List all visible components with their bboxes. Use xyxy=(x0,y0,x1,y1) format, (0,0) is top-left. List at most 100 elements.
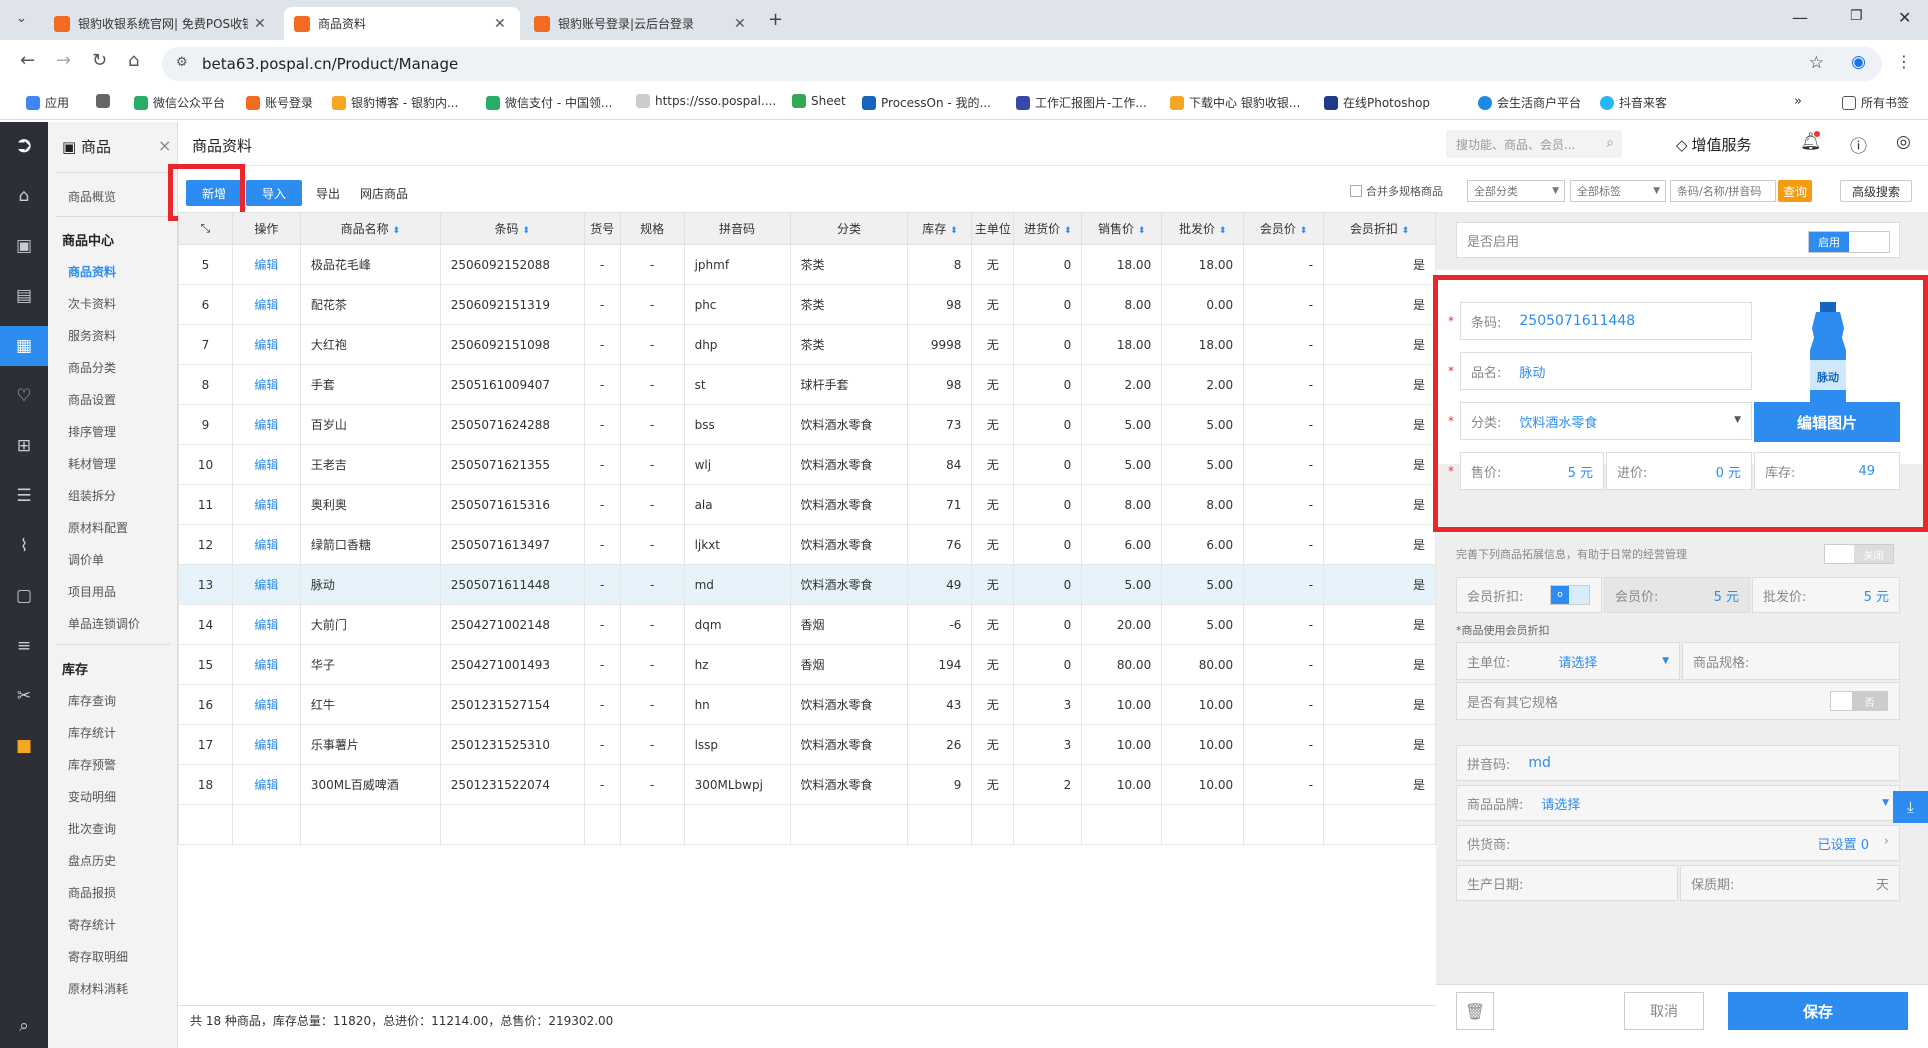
member-price-field[interactable]: 会员价: 5 元 xyxy=(1604,577,1750,613)
edit-link[interactable]: 编辑 xyxy=(231,324,301,365)
close-tab-icon[interactable]: ✕ xyxy=(494,16,506,32)
bookmark-apps[interactable]: 应用 xyxy=(26,94,69,111)
sidebar-item-settings[interactable]: 商品设置 xyxy=(68,391,116,408)
column-header-sortable[interactable]: 批发价 ⬍ xyxy=(1161,212,1245,245)
home-nav-icon[interactable]: ⌂ xyxy=(0,176,48,216)
bookmark-wxpay[interactable]: 微信支付 - 中国领... xyxy=(486,94,612,111)
reload-icon[interactable]: ↻ xyxy=(92,50,107,71)
sidebar-item-consumables[interactable]: 耗材管理 xyxy=(68,455,116,472)
sort-icon[interactable]: ⬍ xyxy=(1300,226,1308,236)
browser-tab-2[interactable]: 商品资料 ✕ xyxy=(284,7,520,40)
browser-tab-1[interactable]: 银豹收银系统官网| 免费POS收银 ✕ xyxy=(44,7,280,40)
other-spec-toggle[interactable]: 否 xyxy=(1830,691,1888,711)
bookmark-login[interactable]: 账号登录 xyxy=(246,94,313,111)
edit-link[interactable]: 编辑 xyxy=(231,244,301,285)
edit-link[interactable]: 编辑 xyxy=(231,764,301,805)
query-button[interactable]: 查询 xyxy=(1778,180,1812,202)
sidebar-item-deposit-stats[interactable]: 寄存统计 xyxy=(68,916,116,933)
close-tab-icon[interactable]: ✕ xyxy=(254,16,266,32)
table-row[interactable]: 17 编辑 乐事薯片 2501231525310- - lssp 饮料酒水零食 26 无 3 10.… xyxy=(178,724,1436,765)
bookmark-wechat-mp[interactable]: 微信公众平台 xyxy=(134,94,225,111)
table-row[interactable]: 10 编辑 王老吉 2505071621355- - wlj 饮料酒水零食 84 无 0 5.00 5… xyxy=(178,444,1436,485)
sidebar-item-material-use[interactable]: 原材料消耗 xyxy=(68,980,128,997)
column-header-sortable[interactable]: 库存 ⬍ xyxy=(907,212,973,245)
table-row[interactable]: 12 编辑 绿箭口香糖 2505071613497- - ljkxt 饮料酒水零食 76 无 0 6… xyxy=(178,524,1436,565)
table-row[interactable]: 8 编辑 手套 2505161009407- - st 球杆手套 98 无 0 2.00 2.00- 是 xyxy=(178,364,1436,405)
bookmark-download[interactable]: 下载中心 银豹收银... xyxy=(1170,94,1300,111)
minimize-icon[interactable]: — xyxy=(1792,8,1808,27)
sidebar-item-materials[interactable]: 原材料配置 xyxy=(68,519,128,536)
sidebar-item-products[interactable]: 商品资料 xyxy=(68,263,116,280)
edit-link[interactable]: 编辑 xyxy=(231,484,301,525)
column-header-sortable[interactable]: 销售价 ⬍ xyxy=(1081,212,1163,245)
edit-link[interactable]: 编辑 xyxy=(231,524,301,565)
bookmark-sheet[interactable]: Sheet xyxy=(792,94,846,108)
all-bookmarks[interactable]: 所有书签 xyxy=(1842,94,1909,111)
sidebar-item-stock-alert[interactable]: 库存预警 xyxy=(68,756,116,773)
apps-nav-icon[interactable]: ■ xyxy=(0,726,48,766)
bookmark-merchant[interactable]: 会生活商户平台 xyxy=(1478,94,1581,111)
export-button[interactable]: 导出 xyxy=(308,180,348,206)
browser-tab-3[interactable]: 银豹账号登录|云后台登录 ✕ xyxy=(524,7,760,40)
marketing-nav-icon[interactable]: ⊞ xyxy=(0,426,48,466)
search-nav-icon[interactable]: ⌕ xyxy=(0,1006,48,1046)
sort-icon[interactable]: ⬍ xyxy=(1064,226,1072,236)
edit-link[interactable]: 编辑 xyxy=(231,284,301,325)
merge-specs-checkbox[interactable]: 合并多规格商品 xyxy=(1350,180,1460,202)
bookmark-douyin[interactable]: 抖音来客 xyxy=(1600,94,1667,111)
sidebar-item-sort[interactable]: 排序管理 xyxy=(68,423,116,440)
table-row[interactable]: 6 编辑 配花茶 2506092151319- - phc 茶类 98 无 0 8.00 0.00- 是 xyxy=(178,284,1436,325)
tag-select[interactable]: 全部标签 ▼ xyxy=(1570,180,1666,202)
edit-link[interactable]: 编辑 xyxy=(231,684,301,725)
url-bar[interactable]: ⚙ beta63.pospal.cn/Product/Manage ☆ ◉ xyxy=(162,47,1882,81)
sort-icon[interactable]: ⬍ xyxy=(1402,226,1410,236)
enable-toggle[interactable]: 启用 xyxy=(1808,231,1890,253)
category-select[interactable]: 全部分类 ▼ xyxy=(1467,180,1565,202)
settings-nav-icon[interactable]: ≡ xyxy=(0,626,48,666)
sort-icon[interactable]: ⬍ xyxy=(392,226,400,236)
download-icon[interactable]: ⤓ xyxy=(1893,791,1928,823)
wholesale-price-field[interactable]: 批发价: 5 元 xyxy=(1752,577,1900,613)
restore-icon[interactable]: ❐ xyxy=(1850,8,1863,24)
table-row[interactable]: 18 编辑 300ML百威啤酒 2501231522074- -300MLbwpj 饮料酒… xyxy=(178,764,1436,805)
report-nav-icon[interactable]: ⌇ xyxy=(0,526,48,566)
sort-icon[interactable]: ⬍ xyxy=(1219,226,1227,236)
save-button[interactable]: 保存 xyxy=(1728,992,1908,1030)
staff-nav-icon[interactable]: ☰ xyxy=(0,476,48,516)
supplier-field[interactable]: 供货商: 已设置 0 › xyxy=(1456,825,1900,861)
value-added-service-button[interactable]: ◇ 增值服务 xyxy=(1676,134,1752,155)
bookmark-sso[interactable]: https://sso.pospal.... xyxy=(636,94,776,108)
bookmarks-overflow-icon[interactable]: » xyxy=(1794,94,1802,109)
sidebar-item-services[interactable]: 服务资料 xyxy=(68,327,116,344)
column-header-sortable[interactable]: 商品名称 ⬍ xyxy=(299,212,441,245)
member-nav-icon[interactable]: ♡ xyxy=(0,376,48,416)
table-row[interactable]: 7 编辑 大红袍 2506092151098- - dhp 茶类 9998 无 0 18.00 18.… xyxy=(178,324,1436,365)
edit-link[interactable]: 编辑 xyxy=(231,724,301,765)
shelf-life-field[interactable]: 保质期: 天 xyxy=(1680,865,1900,901)
edit-link[interactable]: 编辑 xyxy=(231,444,301,485)
sidebar-item-deposit-detail[interactable]: 寄存取明细 xyxy=(68,948,128,965)
site-info-icon[interactable]: ⚙ xyxy=(176,55,188,70)
sidebar-item-stock-stats[interactable]: 库存统计 xyxy=(68,724,116,741)
tab-search-icon[interactable]: ⌄ xyxy=(16,11,27,26)
sidebar-item-loss[interactable]: 商品报损 xyxy=(68,884,116,901)
sidebar-item-assembly[interactable]: 组装拆分 xyxy=(68,487,116,504)
forward-icon[interactable]: → xyxy=(56,50,71,71)
table-row[interactable]: 16 编辑 红牛 2501231527154- - hn 饮料酒水零食 43 无 3 10.00 10… xyxy=(178,684,1436,725)
advanced-search-button[interactable]: 高级搜索 xyxy=(1840,180,1912,202)
profile-icon[interactable]: ◉ xyxy=(1851,52,1866,72)
column-header-sortable[interactable]: 进货价 ⬍ xyxy=(1013,212,1083,245)
bookmark-blog[interactable]: 银豹博客 - 银豹内... xyxy=(332,94,458,111)
production-date-field[interactable]: 生产日期: xyxy=(1456,865,1678,901)
column-settings-header[interactable]: ⤡ xyxy=(178,212,233,245)
bookmark-grid[interactable] xyxy=(96,94,115,108)
column-header-sortable[interactable]: 条码 ⬍ xyxy=(439,212,585,245)
online-products-button[interactable]: 网店商品 xyxy=(354,180,414,206)
sort-icon[interactable]: ⬍ xyxy=(522,226,530,236)
brand-select[interactable]: 商品品牌: 请选择 ▼ xyxy=(1456,785,1900,821)
sidebar-item-overview[interactable]: 商品概览 xyxy=(68,188,116,205)
edit-link[interactable]: 编辑 xyxy=(231,604,301,645)
tools-nav-icon[interactable]: ✂ xyxy=(0,676,48,716)
sidebar-item-batch[interactable]: 批次查询 xyxy=(68,820,116,837)
delete-trash-icon[interactable]: 🗑︎ xyxy=(1456,992,1494,1030)
